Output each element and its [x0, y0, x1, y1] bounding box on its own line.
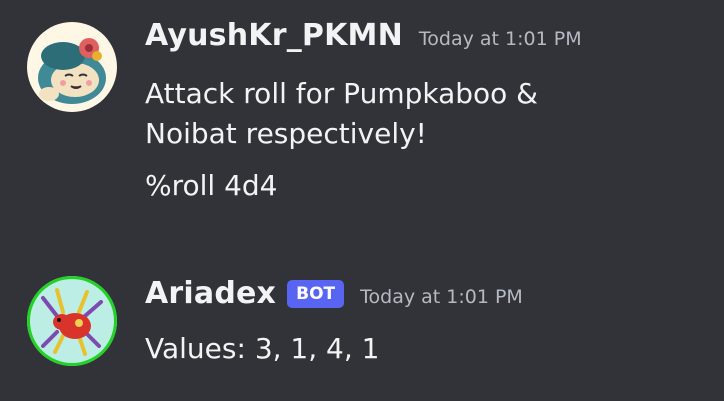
message-text: Attack roll for Pumpkaboo &	[145, 77, 539, 110]
bot-badge: BOT	[287, 280, 345, 308]
timestamp[interactable]: Today at 1:01 PM	[419, 28, 582, 50]
message-text: Values: 3, 1, 4, 1	[145, 332, 380, 365]
ariados-avatar-icon[interactable]	[27, 276, 117, 366]
message-header: AyushKr_PKMN Today at 1:01 PM	[145, 18, 724, 66]
message-text: Noibat respectively!	[145, 117, 427, 150]
timestamp[interactable]: Today at 1:01 PM	[360, 286, 523, 308]
username[interactable]: Ariadex	[145, 276, 276, 311]
chat-messages: AyushKr_PKMN Today at 1:01 PM Attack rol…	[0, 0, 724, 401]
snorlax-avatar-icon[interactable]	[27, 22, 117, 112]
message-header: Ariadex BOT Today at 1:01 PM	[145, 276, 724, 324]
username[interactable]: AyushKr_PKMN	[145, 18, 403, 53]
message-text: %roll 4d4	[145, 169, 278, 202]
